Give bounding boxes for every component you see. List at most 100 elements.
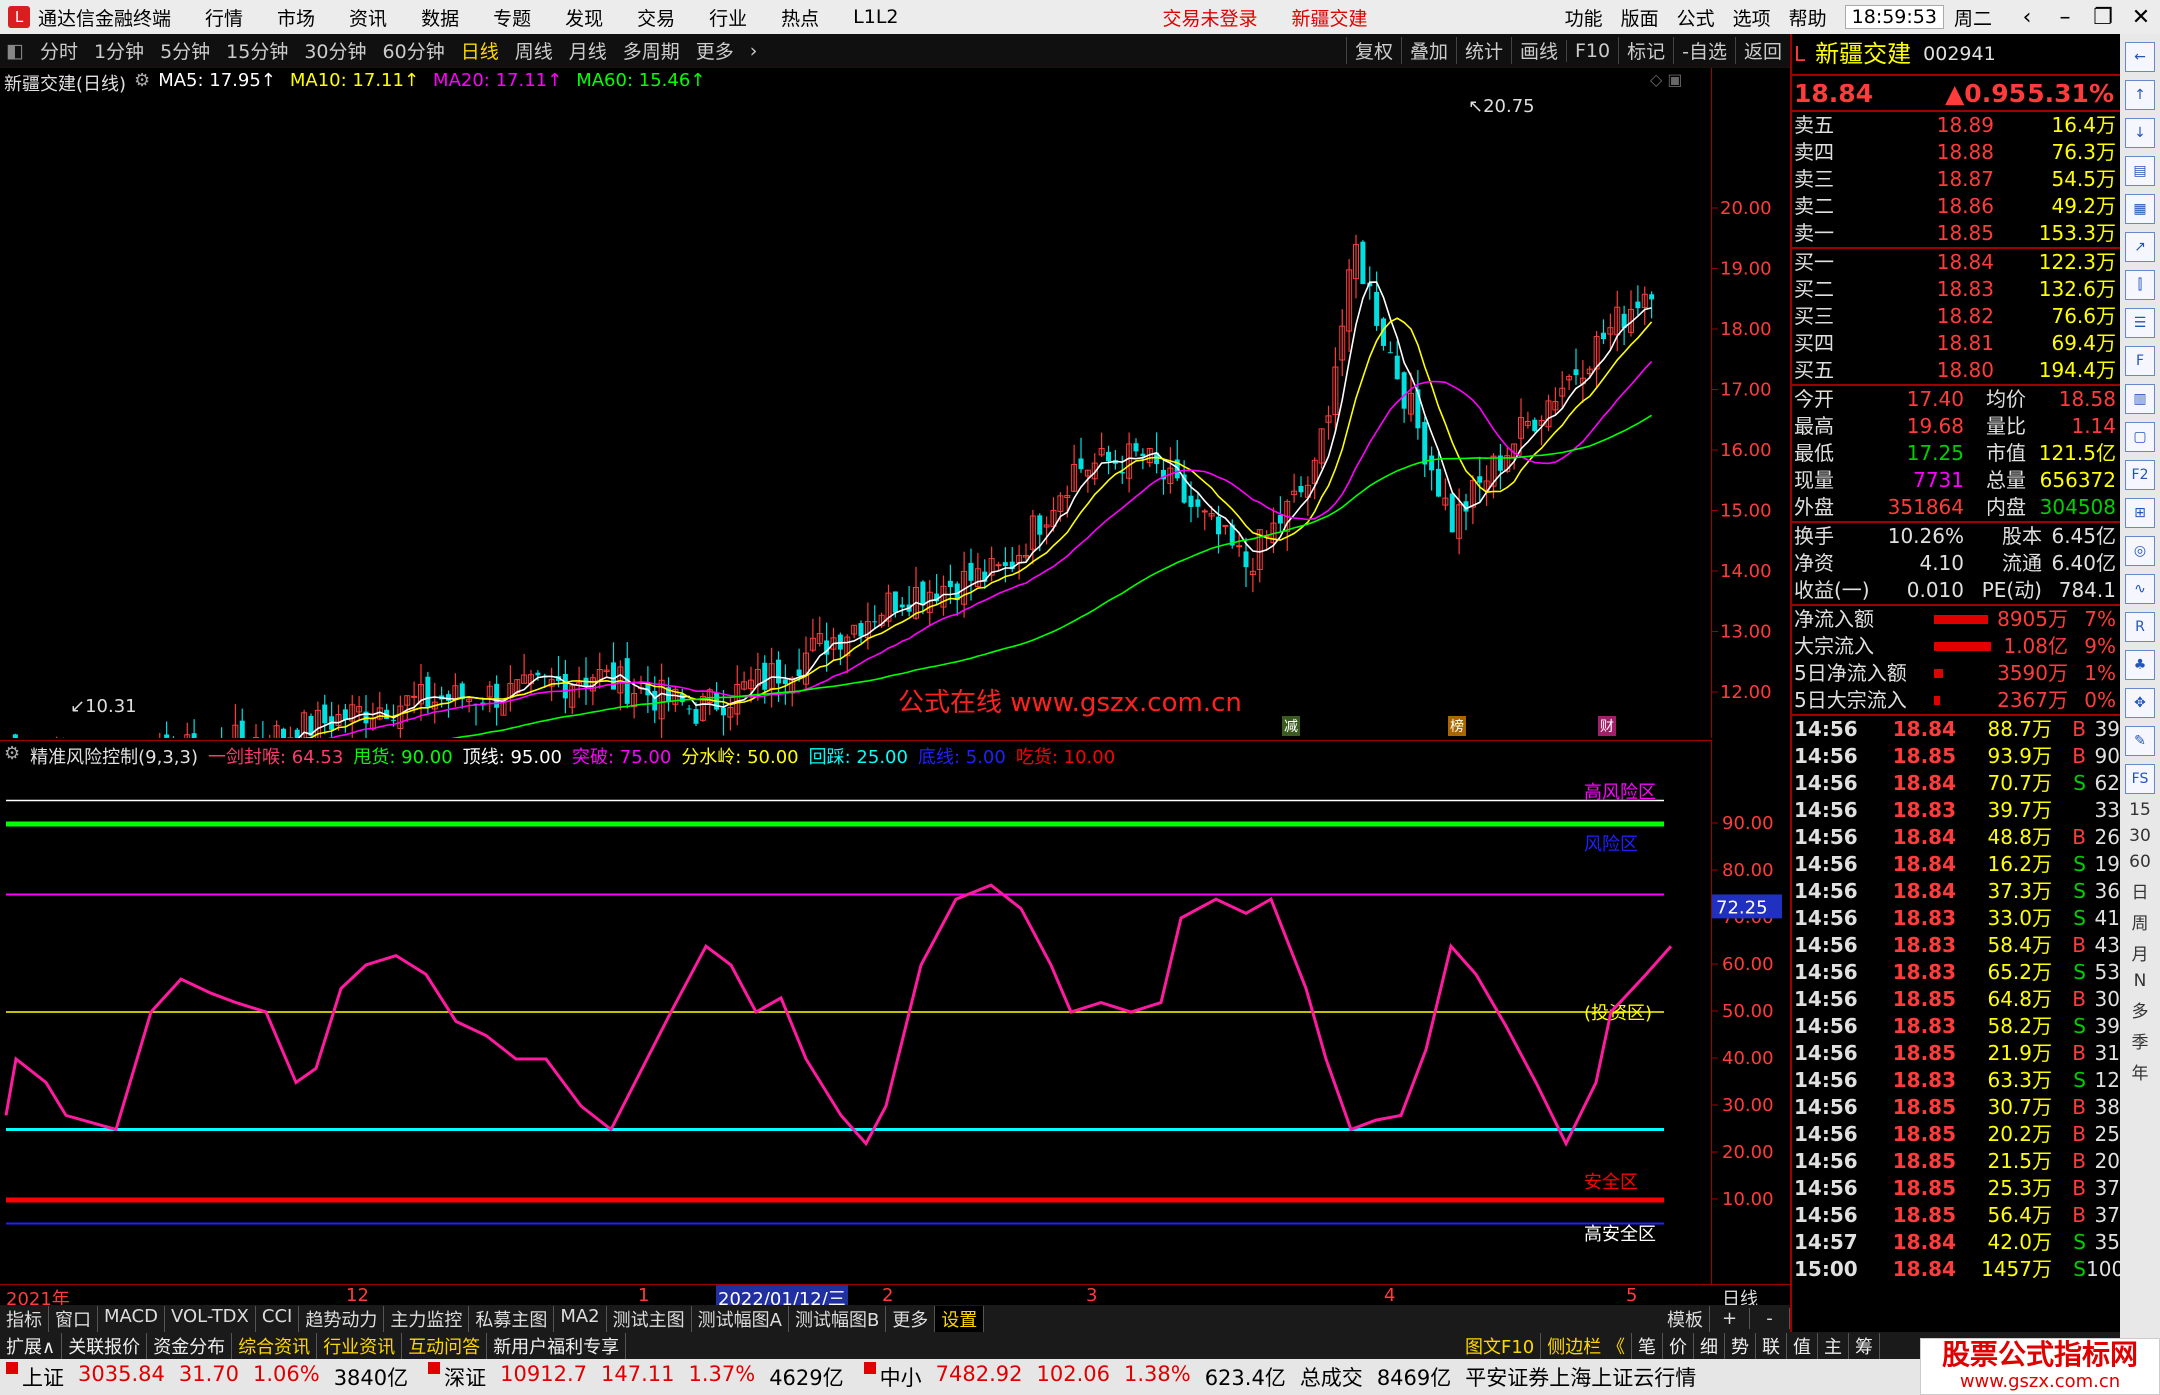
menu-topic[interactable]: 专题 xyxy=(493,4,531,31)
period-year-tool[interactable]: 年 xyxy=(2125,1059,2155,1084)
period-5min[interactable]: 5分钟 xyxy=(160,37,210,64)
indicator-tab[interactable]: MA2 xyxy=(554,1305,607,1332)
close-icon[interactable]: ✕ xyxy=(2122,5,2160,30)
side-link[interactable]: 图文F10 xyxy=(1459,1332,1542,1359)
table-icon[interactable]: ▦ xyxy=(2125,194,2155,224)
remove-watchlist-button[interactable]: -自选 xyxy=(1673,37,1735,64)
side-link[interactable]: 联 xyxy=(1756,1332,1787,1359)
kline-chart[interactable]: 新疆交建(日线) ⚙ MA5: 17.95↑ MA10: 17.11↑ MA20: … xyxy=(0,68,1712,738)
up-arrow-icon[interactable]: ↑ xyxy=(2125,80,2155,110)
chevron-right-icon[interactable]: › xyxy=(750,40,758,62)
draw-button[interactable]: 画线 xyxy=(1510,37,1566,64)
menu-formula[interactable]: 公式 xyxy=(1677,4,1715,31)
period-fenshi[interactable]: 分时 xyxy=(40,37,78,64)
tick-row[interactable]: 14:56 18.85 64.8万 B 30 xyxy=(1792,986,2120,1013)
news-icon[interactable]: ▤ xyxy=(2125,156,2155,186)
side-link[interactable]: 主 xyxy=(1818,1332,1849,1359)
marker-finance[interactable]: 财 xyxy=(1598,716,1616,736)
template-button[interactable]: 模板 xyxy=(1661,1305,1710,1332)
side-link[interactable]: 细 xyxy=(1694,1332,1725,1359)
link-item[interactable]: 互动问答 xyxy=(402,1332,488,1359)
report-icon[interactable]: ▥ xyxy=(2125,384,2155,414)
overlay-button[interactable]: 叠加 xyxy=(1400,37,1456,64)
back-button[interactable]: 返回 xyxy=(1734,37,1790,64)
down-arrow-icon[interactable]: ↓ xyxy=(2125,118,2155,148)
tick-row[interactable]: 14:56 18.85 56.4万 B 37 xyxy=(1792,1202,2120,1229)
move-icon[interactable]: ✥ xyxy=(2125,688,2155,718)
period-day-tool[interactable]: 日 xyxy=(2125,878,2155,903)
back-arrow-icon[interactable]: ← xyxy=(2125,42,2155,72)
indicator-tab[interactable]: 更多 xyxy=(886,1305,936,1332)
period-week-tool[interactable]: 周 xyxy=(2125,909,2155,934)
period-15-tool[interactable]: 15 xyxy=(2125,800,2155,820)
period-60-tool[interactable]: 60 xyxy=(2125,852,2155,872)
side-link[interactable]: 侧边栏 《 xyxy=(1541,1332,1632,1359)
side-link[interactable]: 势 xyxy=(1725,1332,1756,1359)
indicator-tab[interactable]: 私募主图 xyxy=(469,1305,555,1332)
chart-icon[interactable]: ↗ xyxy=(2125,232,2155,262)
period-multi-tool[interactable]: 多 xyxy=(2125,997,2155,1022)
link-item[interactable]: 新用户福利专享 xyxy=(487,1332,627,1359)
menu-news[interactable]: 资讯 xyxy=(349,4,387,31)
tick-row[interactable]: 14:56 18.83 58.2万 S 39 xyxy=(1792,1013,2120,1040)
side-link[interactable]: 值 xyxy=(1787,1332,1818,1359)
indicator-tab[interactable]: 窗口 xyxy=(49,1305,98,1332)
grid-icon[interactable]: ⊞ xyxy=(2125,498,2155,528)
tick-row[interactable]: 14:56 18.85 21.9万 B 31 xyxy=(1792,1040,2120,1067)
period-15min[interactable]: 15分钟 xyxy=(226,37,288,64)
link-item[interactable]: 资金分布 xyxy=(147,1332,233,1359)
period-1min[interactable]: 1分钟 xyxy=(94,37,144,64)
period-n-tool[interactable]: N xyxy=(2125,971,2155,991)
indicator-tab[interactable]: VOL-TDX xyxy=(165,1305,256,1332)
restore-icon[interactable]: ❐ xyxy=(2084,5,2122,30)
indicator-tab[interactable]: 测试主图 xyxy=(607,1305,692,1332)
tick-row[interactable]: 14:56 18.85 25.3万 B 37 xyxy=(1792,1175,2120,1202)
tick-row[interactable]: 15:00 18.84 1457万 S 1008 xyxy=(1792,1256,2137,1283)
indicator-tab[interactable]: 指标 xyxy=(0,1305,49,1332)
restore-rights-button[interactable]: 复权 xyxy=(1345,37,1401,64)
menu-options[interactable]: 选项 xyxy=(1733,4,1771,31)
period-30min[interactable]: 30分钟 xyxy=(304,37,366,64)
marker-reduce[interactable]: 减 xyxy=(1282,716,1300,736)
fs-icon[interactable]: FS xyxy=(2125,764,2155,794)
indicator-tab[interactable]: 设置 xyxy=(935,1305,985,1332)
f2-icon[interactable]: F2 xyxy=(2125,460,2155,490)
tick-row[interactable]: 14:56 18.83 33.0万 S 41 xyxy=(1792,905,2120,932)
menu-trade[interactable]: 交易 xyxy=(637,4,675,31)
link-item[interactable]: 行业资讯 xyxy=(317,1332,403,1359)
indicator-chart[interactable]: ⚙ 精准风险控制(9,3,3) 一剑封喉: 64.53 甩货: 90.00 顶线: … xyxy=(0,740,1712,1285)
period-week[interactable]: 周线 xyxy=(515,37,553,64)
tick-row[interactable]: 14:57 18.84 42.0万 S 35 xyxy=(1792,1229,2120,1256)
wave-icon[interactable]: ∿ xyxy=(2125,574,2155,604)
period-season-tool[interactable]: 季 xyxy=(2125,1028,2155,1053)
indicator-tab[interactable]: MACD xyxy=(98,1305,165,1332)
menu-quote[interactable]: 行情 xyxy=(205,4,243,31)
tick-row[interactable]: 14:56 18.84 70.7万 S 62 xyxy=(1792,770,2120,797)
f10-icon[interactable]: F xyxy=(2125,346,2155,376)
indicator-tab[interactable]: 趋势动力 xyxy=(299,1305,385,1332)
menu-data[interactable]: 数据 xyxy=(421,4,459,31)
tick-row[interactable]: 14:56 18.85 21.5万 B 20 xyxy=(1792,1148,2120,1175)
menu-l1l2[interactable]: L1L2 xyxy=(853,6,898,28)
tick-row[interactable]: 14:56 18.83 58.4万 B 43 xyxy=(1792,932,2120,959)
menu-help[interactable]: 帮助 xyxy=(1789,4,1827,31)
marker-rank[interactable]: 榜 xyxy=(1448,716,1466,736)
tick-row[interactable]: 14:56 18.83 39.7万 33 xyxy=(1792,797,2120,824)
side-link[interactable]: 筹 xyxy=(1849,1332,1880,1359)
tick-row[interactable]: 14:56 18.85 30.7万 B 38 xyxy=(1792,1094,2120,1121)
menu-function[interactable]: 功能 xyxy=(1565,4,1603,31)
menu-layout[interactable]: 版面 xyxy=(1621,4,1659,31)
minimize-icon[interactable]: – xyxy=(2046,5,2084,30)
link-item[interactable]: 综合资讯 xyxy=(232,1332,318,1359)
period-month-tool[interactable]: 月 xyxy=(2125,940,2155,965)
tick-row[interactable]: 14:56 18.84 48.8万 B 26 xyxy=(1792,824,2120,851)
menu-discover[interactable]: 发现 xyxy=(565,4,603,31)
panel-toggle-icon[interactable]: ◧ xyxy=(6,40,24,62)
tick-list[interactable]: 14:56 18.84 88.7万 B 39 14:56 18.85 93.9万 B 90 14:5… xyxy=(1792,714,2137,1283)
tick-row[interactable]: 14:56 18.83 65.2万 S 53 xyxy=(1792,959,2120,986)
side-link[interactable]: 笔 xyxy=(1632,1332,1663,1359)
indicator-tab[interactable]: 主力监控 xyxy=(384,1305,470,1332)
menu-market[interactable]: 市场 xyxy=(277,4,315,31)
login-status[interactable]: 交易未登录 xyxy=(1163,4,1258,31)
link-item[interactable]: 关联报价 xyxy=(62,1332,148,1359)
